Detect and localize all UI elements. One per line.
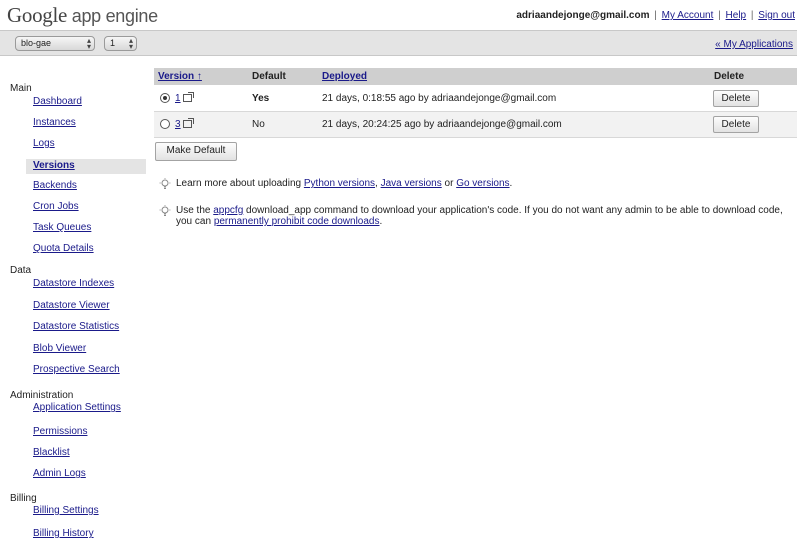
external-link-icon[interactable] xyxy=(182,118,194,128)
tip-download-text: Use the appcfg download_app command to d… xyxy=(176,205,791,227)
version-select[interactable]: 1 ▴ ▾ xyxy=(104,36,137,51)
version-radio[interactable] xyxy=(160,119,170,129)
tip-text: . xyxy=(379,216,383,227)
table-row: 3 No 21 days, 20:24:25 ago by adriaandej… xyxy=(154,112,797,137)
nav-item-billing-history[interactable]: Billing History xyxy=(33,528,94,539)
select-arrows-icon: ▴ ▾ xyxy=(86,36,91,51)
version-link[interactable]: 1 xyxy=(175,93,181,104)
user-email: adriaandejonge@gmail.com xyxy=(516,10,650,21)
column-header-version[interactable]: Version ↑ xyxy=(158,71,202,82)
nav-item-quota-details[interactable]: Quota Details xyxy=(33,243,94,254)
prohibit-downloads-link[interactable]: permanently prohibit code downloads xyxy=(214,216,380,227)
nav-item-versions[interactable]: Versions xyxy=(33,160,75,171)
version-cell: 1 xyxy=(175,92,194,104)
nav-item-billing-settings[interactable]: Billing Settings xyxy=(33,505,99,516)
version-link[interactable]: 3 xyxy=(175,119,181,130)
separator: | xyxy=(718,10,721,21)
lightbulb-icon xyxy=(159,205,171,216)
separator: | xyxy=(750,10,754,21)
application-select-value: blo-gae xyxy=(21,38,52,48)
version-select-value: 1 xyxy=(110,38,116,48)
tip-text: Learn more about uploading xyxy=(176,178,304,189)
appcfg-link[interactable]: appcfg xyxy=(213,205,243,216)
nav-section-administration: Administration xyxy=(10,390,74,401)
nav-section-main: Main xyxy=(10,83,32,94)
separator: | xyxy=(654,10,657,21)
user-links: adriaandejonge@gmail.com | My Account | … xyxy=(516,10,795,21)
nav-item-backends[interactable]: Backends xyxy=(33,180,77,191)
nav-section-billing: Billing xyxy=(10,493,37,504)
version-cell: 3 xyxy=(175,118,194,130)
nav-item-blob-viewer[interactable]: Blob Viewer xyxy=(33,343,86,354)
nav-item-cron-jobs[interactable]: Cron Jobs xyxy=(33,201,79,212)
application-select[interactable]: blo-gae ▴ ▾ xyxy=(15,36,95,51)
nav-item-datastore-viewer[interactable]: Datastore Viewer xyxy=(33,300,110,311)
nav-item-instances[interactable]: Instances xyxy=(33,117,76,128)
help-link[interactable]: Help xyxy=(726,10,747,21)
app-bar: blo-gae ▴ ▾ 1 ▴ ▾ « My Applications xyxy=(0,30,797,56)
nav-item-application-settings[interactable]: Application Settings xyxy=(33,402,121,413)
my-applications-link[interactable]: « My Applications xyxy=(715,39,793,50)
nav-section-data: Data xyxy=(10,265,32,276)
table-row: 1 Yes 21 days, 0:18:55 ago by adriaandej… xyxy=(154,86,797,111)
external-link-icon[interactable] xyxy=(182,92,194,102)
go-versions-link[interactable]: Go versions xyxy=(456,178,509,189)
column-header-deployed[interactable]: Deployed xyxy=(322,71,367,82)
nav-item-datastore-indexes[interactable]: Datastore Indexes xyxy=(33,278,114,289)
tip-text: Use the xyxy=(176,205,214,216)
python-versions-link[interactable]: Python versions xyxy=(304,178,375,189)
deployed-cell: 21 days, 20:24:25 ago by adriaandejonge@… xyxy=(322,119,562,130)
nav-item-admin-logs[interactable]: Admin Logs xyxy=(33,468,86,479)
lightbulb-icon xyxy=(159,178,171,189)
default-cell: No xyxy=(252,119,265,130)
version-radio[interactable] xyxy=(160,93,170,103)
column-header-delete: Delete xyxy=(714,71,745,82)
default-cell: Yes xyxy=(252,93,270,104)
header: Google app engine adriaandejonge@gmail.c… xyxy=(0,0,797,30)
nav-item-prospective-search[interactable]: Prospective Search xyxy=(33,364,120,375)
sign-out-link[interactable]: Sign out xyxy=(758,10,795,21)
row-divider xyxy=(154,137,797,138)
nav-item-datastore-statistics[interactable]: Datastore Statistics xyxy=(33,321,119,332)
tip-text: or xyxy=(441,178,457,189)
delete-button[interactable]: Delete xyxy=(713,116,759,133)
make-default-button[interactable]: Make Default xyxy=(155,142,237,161)
versions-table-header: Version ↑ Default Deployed Delete xyxy=(154,68,797,85)
nav-item-permissions[interactable]: Permissions xyxy=(33,426,87,437)
nav-item-dashboard[interactable]: Dashboard xyxy=(33,96,82,107)
nav-item-task-queues[interactable]: Task Queues xyxy=(33,222,91,233)
select-arrows-icon: ▴ ▾ xyxy=(128,36,133,51)
logo-google-text: Google xyxy=(7,3,68,27)
column-header-default: Default xyxy=(252,71,286,82)
nav-item-logs[interactable]: Logs xyxy=(33,138,55,149)
nav-item-blacklist[interactable]: Blacklist xyxy=(33,447,70,458)
deployed-cell: 21 days, 0:18:55 ago by adriaandejonge@g… xyxy=(322,93,557,104)
java-versions-link[interactable]: Java versions xyxy=(381,178,442,189)
logo-app-engine-text: app engine xyxy=(67,6,158,26)
sidebar: Main Dashboard Instances Logs Versions B… xyxy=(0,56,146,545)
tip-text: . xyxy=(509,178,513,189)
google-app-engine-logo[interactable]: Google app engine xyxy=(7,3,158,28)
my-account-link[interactable]: My Account xyxy=(662,10,714,21)
delete-button[interactable]: Delete xyxy=(713,90,759,107)
tip-versions-text: Learn more about uploading Python versio… xyxy=(176,178,791,189)
